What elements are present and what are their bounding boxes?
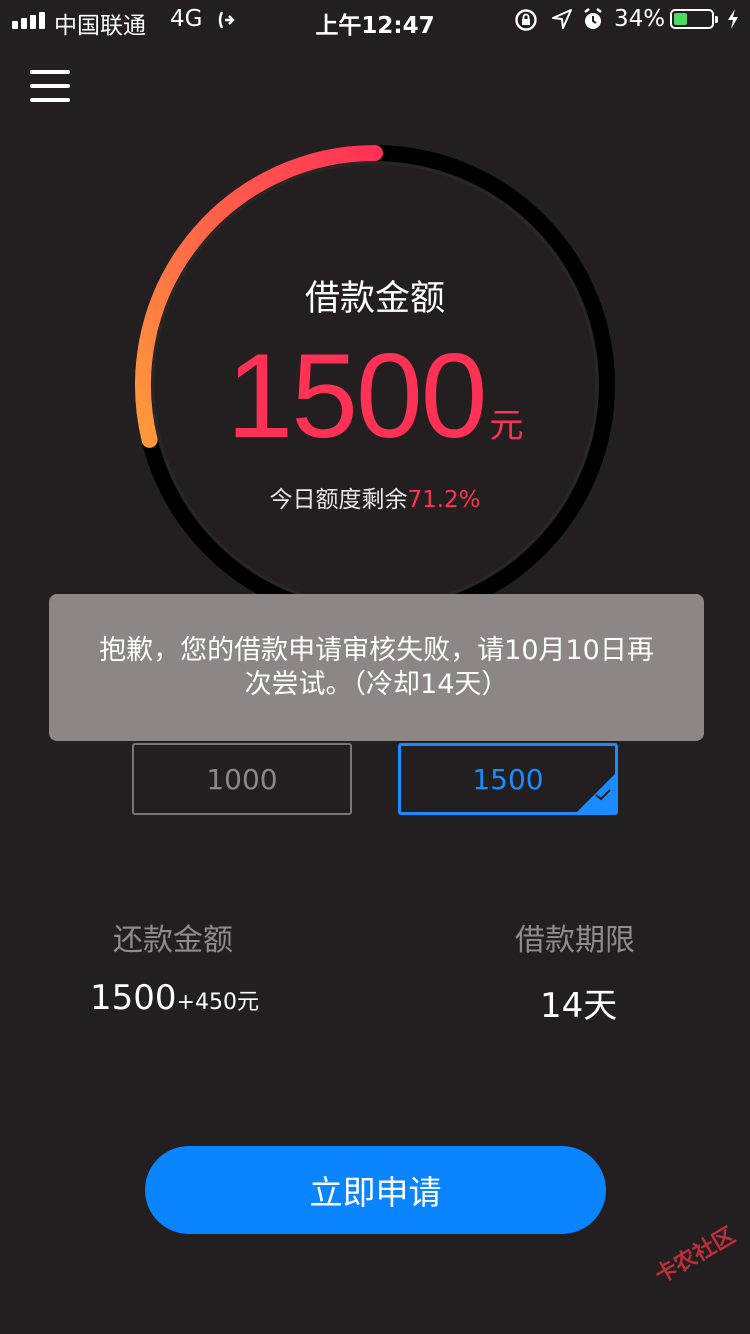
repayment-principal: 1500: [90, 978, 177, 1018]
loan-amount-unit: 元: [489, 406, 524, 446]
orientation-lock-icon: [514, 8, 538, 38]
battery-icon: [670, 9, 718, 29]
toast-message-line1: 抱歉，您的借款申请审核失败，请10月10日再: [99, 635, 654, 666]
loan-amount-value: 1500: [226, 329, 488, 463]
charging-icon: [726, 8, 740, 36]
error-toast: 抱歉，您的借款申请审核失败，请10月10日再 次尝试。（冷却14天）: [49, 594, 704, 741]
repayment-amount-value: 1500+450元: [90, 978, 259, 1018]
alarm-icon: [582, 8, 604, 38]
forum-watermark: 卡农社区: [651, 1223, 740, 1289]
hamburger-menu-icon[interactable]: [30, 70, 70, 102]
loan-amount-gauge: 借款金额 1500 元 今日额度剩余71.2%: [125, 135, 625, 635]
remaining-quota-value: 71.2%: [407, 487, 481, 513]
amount-option-label: 1500: [472, 762, 544, 796]
loan-amount-title: 借款金额: [304, 279, 445, 319]
location-icon: [551, 8, 573, 36]
amount-option-label: 1000: [206, 762, 278, 796]
loan-app-screen: 中国联通 4G 上午12:47 34% 借款金额 1500 元 今日额度剩余71…: [0, 0, 750, 1334]
apply-now-label: 立即申请: [309, 1173, 442, 1212]
remaining-quota: 今日额度剩余71.2%: [125, 480, 625, 514]
status-bar: 中国联通 4G 上午12:47 34%: [0, 0, 750, 40]
repayment-amount-label: 还款金额: [113, 923, 233, 958]
check-icon: [594, 776, 612, 809]
loan-amount-display: 1500 元: [125, 327, 625, 465]
remaining-quota-label: 今日额度剩余: [269, 487, 408, 513]
repayment-interest: +450元: [176, 990, 259, 1015]
battery-percent: 34%: [614, 6, 666, 32]
amount-option-1500[interactable]: 1500: [398, 743, 618, 815]
apply-now-button[interactable]: 立即申请: [145, 1146, 606, 1234]
loan-term-label: 借款期限: [515, 923, 635, 958]
amount-option-1000[interactable]: 1000: [132, 743, 352, 815]
toast-message-line2: 次尝试。（冷却14天）: [244, 669, 509, 700]
loan-term-value: 14天: [540, 986, 618, 1026]
